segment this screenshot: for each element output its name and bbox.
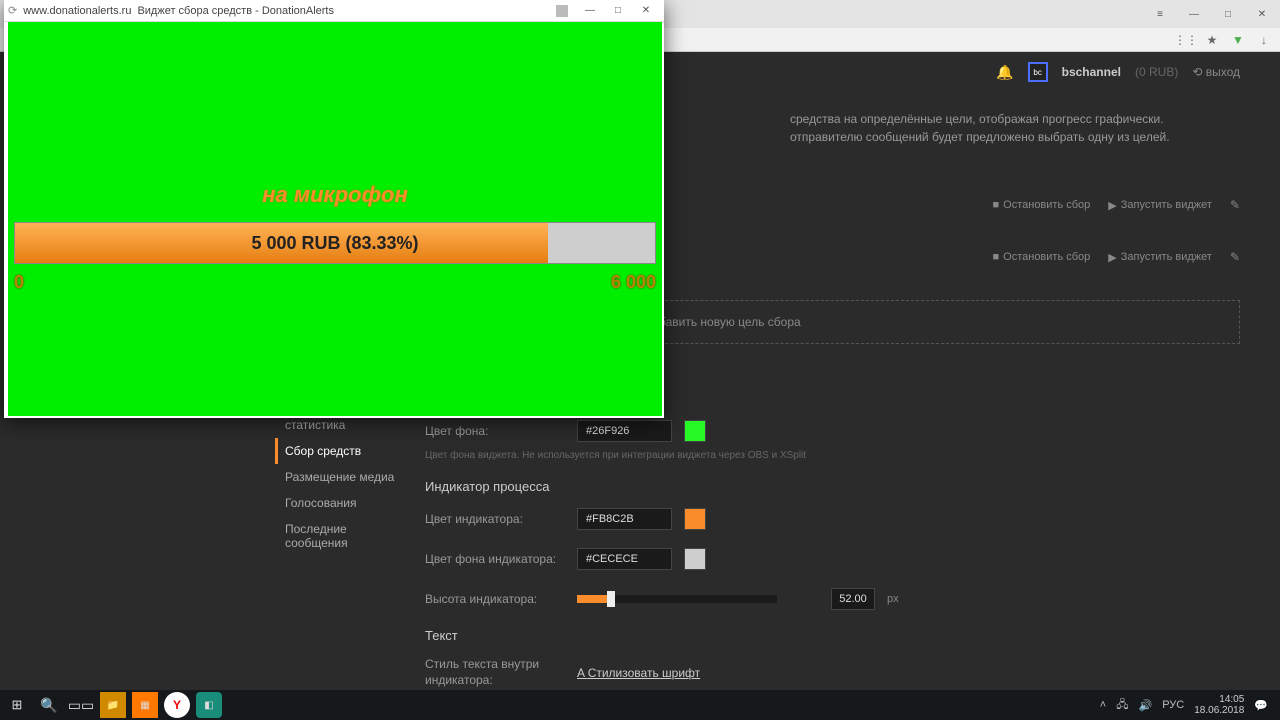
- bell-icon[interactable]: 🔔: [996, 64, 1013, 81]
- tray-network-icon[interactable]: 🖧: [1116, 696, 1128, 715]
- tray-lang[interactable]: РУС: [1162, 699, 1184, 711]
- bg-color-hint: Цвет фона виджета. Не используется при и…: [425, 450, 845, 461]
- download-icon[interactable]: ↓: [1256, 32, 1272, 48]
- balance: (0 RUB): [1135, 65, 1178, 79]
- section-indicator: Индикатор процесса: [425, 479, 1220, 494]
- popup-close-button[interactable]: ✕: [632, 1, 660, 21]
- sidebar-item-media[interactable]: Размещение медиа: [275, 464, 405, 490]
- popup-title: Виджет сбора средств - DonationAlerts: [137, 5, 334, 17]
- clock-date: 18.06.2018: [1194, 705, 1244, 716]
- page-description: средства на определённые цели, отображая…: [790, 110, 1220, 146]
- taskview-icon[interactable]: ▭▭: [68, 692, 94, 718]
- edit-icon-1[interactable]: ✎: [1230, 198, 1240, 212]
- bg-menu-icon[interactable]: ≡: [1146, 4, 1174, 24]
- notifications-icon[interactable]: 💬: [1254, 699, 1268, 712]
- add-goal-button[interactable]: бавить новую цель сбора: [570, 300, 1240, 344]
- popup-minimize-button[interactable]: —: [576, 1, 604, 21]
- taskbar-app-2[interactable]: ▦: [132, 692, 158, 718]
- indicator-bg-input[interactable]: #CECECE: [577, 548, 672, 570]
- indicator-color-input[interactable]: #FB8C2B: [577, 508, 672, 530]
- widget-popup-window: ⟳ www.donationalerts.ru Виджет сбора сре…: [4, 0, 664, 418]
- add-goal-label: бавить новую цель сбора: [659, 315, 801, 329]
- star-icon[interactable]: ★: [1204, 32, 1220, 48]
- taskbar-app-1[interactable]: 📁: [100, 692, 126, 718]
- height-slider[interactable]: [577, 595, 777, 603]
- page-header: 🔔 bc bschannel (0 RUB) ⟲ выход: [996, 62, 1240, 82]
- refresh-icon[interactable]: ⟳: [8, 4, 17, 17]
- desc-line-1: средства на определённые цели, отображая…: [790, 110, 1220, 128]
- clock[interactable]: 14:05 18.06.2018: [1194, 694, 1244, 716]
- height-value-input[interactable]: 52.00: [831, 588, 875, 610]
- stop-collection-button-2[interactable]: ■ Остановить сбор: [993, 251, 1091, 263]
- bg-minimize-button[interactable]: —: [1180, 4, 1208, 24]
- bg-maximize-button[interactable]: □: [1214, 4, 1242, 24]
- goal-row-1: ■ Остановить сбор ▶ Запустить виджет ✎: [993, 198, 1241, 212]
- progress-text: 5 000 RUB (83.33%): [15, 223, 655, 263]
- widget-canvas: на микрофон 5 000 RUB (83.33%) 0 6 000: [8, 22, 662, 416]
- bg-color-input[interactable]: #26F926: [577, 420, 672, 442]
- indicator-height-label: Высота индикатора:: [425, 592, 565, 606]
- indicator-bg-swatch[interactable]: [684, 548, 706, 570]
- launch-widget-button-2[interactable]: ▶ Запустить виджет: [1108, 251, 1212, 264]
- popup-titlebar[interactable]: ⟳ www.donationalerts.ru Виджет сбора сре…: [4, 0, 664, 22]
- shield-icon[interactable]: ▼: [1230, 32, 1246, 48]
- style-inner-label: Стиль текста внутри индикатора:: [425, 657, 565, 688]
- bg-color-label: Цвет фона:: [425, 424, 565, 438]
- sidebar-item-fundraising[interactable]: Сбор средств: [275, 438, 405, 464]
- launch-widget-button-1[interactable]: ▶ Запустить виджет: [1108, 199, 1212, 212]
- popup-url: www.donationalerts.ru: [23, 5, 131, 17]
- edit-icon-2[interactable]: ✎: [1230, 250, 1240, 264]
- bg-close-button[interactable]: ✕: [1248, 4, 1276, 24]
- slider-fill: [577, 595, 611, 603]
- taskbar-app-3[interactable]: ◧: [196, 692, 222, 718]
- goal-title: на микрофон: [8, 182, 662, 208]
- system-tray: ˄ 🖧 🔊 РУС 14:05 18.06.2018 💬: [1100, 694, 1276, 716]
- tray-volume-icon[interactable]: 🔊: [1139, 699, 1153, 712]
- start-button[interactable]: ⊞: [4, 692, 30, 718]
- indicator-color-label: Цвет индикатора:: [425, 512, 565, 526]
- sidebar-item-polls[interactable]: Голосования: [275, 490, 405, 516]
- clock-time: 14:05: [1194, 694, 1244, 705]
- progress-bar: 5 000 RUB (83.33%): [14, 222, 656, 264]
- search-icon[interactable]: 🔍: [36, 692, 62, 718]
- taskbar: ⊞ 🔍 ▭▭ 📁 ▦ Y ◧ ˄ 🖧 🔊 РУС 14:05 18.06.201…: [0, 690, 1280, 720]
- goal-row-2: ■ Остановить сбор ▶ Запустить виджет ✎: [993, 250, 1241, 264]
- style-inner-link[interactable]: A Стилизовать шрифт: [577, 666, 700, 680]
- stop-collection-button-1[interactable]: ■ Остановить сбор: [993, 199, 1091, 211]
- sidebar-item-recent[interactable]: Последние сообщения: [275, 516, 405, 556]
- popup-settings-button[interactable]: [548, 1, 576, 21]
- range-min: 0: [14, 272, 24, 293]
- tray-chevron-up-icon[interactable]: ˄: [1100, 699, 1106, 711]
- avatar[interactable]: bc: [1028, 62, 1048, 82]
- slider-thumb[interactable]: [607, 591, 615, 607]
- logout-link[interactable]: ⟲ выход: [1192, 65, 1240, 79]
- username: bschannel: [1062, 65, 1121, 79]
- range-max: 6 000: [611, 272, 656, 293]
- taskbar-yandex[interactable]: Y: [164, 692, 190, 718]
- indicator-color-swatch[interactable]: [684, 508, 706, 530]
- desc-line-2: отправителю сообщений будет предложено в…: [790, 128, 1220, 146]
- settings-panel: Цвет фона: #26F926 Цвет фона виджета. Не…: [425, 420, 1220, 720]
- indicator-bg-label: Цвет фона индикатора:: [425, 552, 565, 566]
- popup-maximize-button[interactable]: □: [604, 1, 632, 21]
- extensions-icon[interactable]: ⋮⋮: [1178, 32, 1194, 48]
- bg-color-swatch[interactable]: [684, 420, 706, 442]
- height-unit: px: [887, 593, 899, 605]
- section-text: Текст: [425, 628, 1220, 643]
- sidebar: статистика Сбор средств Размещение медиа…: [275, 412, 405, 556]
